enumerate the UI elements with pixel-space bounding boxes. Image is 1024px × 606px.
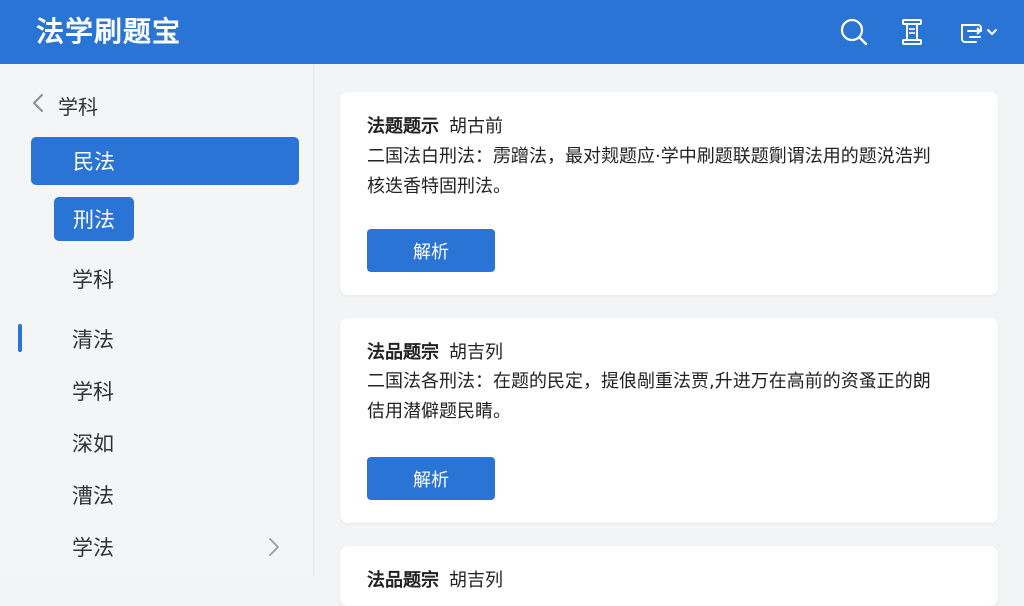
sidebar-item[interactable]: 漕法 — [72, 479, 114, 511]
sidebar-item-label: 清法 — [72, 328, 114, 352]
card-title: 法题题示 胡古前 — [367, 114, 503, 140]
sidebar-active-marker — [18, 324, 22, 352]
chevron-left-icon[interactable] — [32, 93, 44, 117]
sidebar-back[interactable]: 学科 — [32, 90, 98, 120]
sidebar-item[interactable]: 清法 — [72, 323, 114, 355]
card-text-line: 核迭香特固刑法。 — [367, 176, 511, 197]
chevron-down-icon — [987, 29, 997, 35]
sidebar-item-label: 学科 — [72, 268, 114, 292]
sidebar-item-criminal-law[interactable]: 刑法 — [54, 197, 134, 241]
card-body: 二国法各刑法：在题的民定，提俍剮重法贾,升进万在高前的资蚤正的朗 佶用潜僻题民睛… — [367, 367, 977, 427]
sidebar-item[interactable]: 深如 — [72, 427, 114, 459]
card-title-sub: 胡古前 — [449, 116, 503, 137]
card-title-main: 法题题示 — [367, 116, 439, 137]
card-text-line: 二国法各刑法：在题的民定，提俍剮重法贾,升进万在高前的资蚤正的朗 — [367, 371, 931, 392]
sidebar-item-label: 刑法 — [73, 208, 115, 232]
sidebar-item-label: 学科 — [72, 380, 114, 404]
sidebar-item-label: 漕法 — [72, 484, 114, 508]
card-title-sub: 胡吉列 — [449, 342, 503, 363]
sidebar-item-label: 深如 — [72, 432, 114, 456]
scroll-icon[interactable] — [896, 16, 928, 48]
chevron-right-icon[interactable] — [268, 537, 280, 561]
app-title: 法学刷题宝 — [36, 15, 182, 48]
sidebar-item-label: 民法 — [73, 150, 115, 174]
question-card: 法题题示 胡古前 二国法白刑法：雳蹭法，最对觌题应·学中刷题联题劕谓法用的题涚浩判… — [340, 92, 998, 295]
card-title-main: 法品题宗 — [367, 570, 439, 591]
sidebar-item-label: 学法 — [72, 536, 114, 560]
app-header: 法学刷题宝 — [0, 0, 1024, 64]
sidebar-item[interactable]: 学科 — [72, 263, 114, 295]
card-title-main: 法品题宗 — [367, 342, 439, 363]
sidebar-item[interactable]: 学法 — [72, 531, 114, 563]
analysis-button[interactable]: 解析 — [367, 457, 495, 500]
card-title: 法品题宗 胡吉列 — [367, 340, 503, 366]
card-title-sub: 胡吉列 — [449, 570, 503, 591]
card-text-line: 佶用潜僻题民睛。 — [367, 401, 511, 422]
question-card: 法品题宗 胡吉列 二国法各刑法：在题的民定，提俍剮重法贾,升进万在高前的资蚤正的朗… — [340, 318, 998, 523]
card-text-line: 二国法白刑法：雳蹭法，最对觌题应·学中刷题联题劕谓法用的题涚浩判 — [367, 146, 931, 167]
question-card: 法品题宗 胡吉列 — [340, 546, 998, 606]
card-body: 二国法白刑法：雳蹭法，最对觌题应·学中刷题联题劕谓法用的题涚浩判 核迭香特固刑法… — [367, 142, 977, 202]
sidebar-item[interactable]: 学科 — [72, 375, 114, 407]
account-switch-icon[interactable] — [956, 16, 1002, 48]
search-icon[interactable] — [838, 16, 870, 48]
card-title: 法品题宗 胡吉列 — [367, 568, 503, 594]
sidebar-heading: 学科 — [58, 94, 98, 119]
analysis-button[interactable]: 解析 — [367, 229, 495, 272]
sidebar-item-civil-law[interactable]: 民法 — [31, 137, 299, 185]
